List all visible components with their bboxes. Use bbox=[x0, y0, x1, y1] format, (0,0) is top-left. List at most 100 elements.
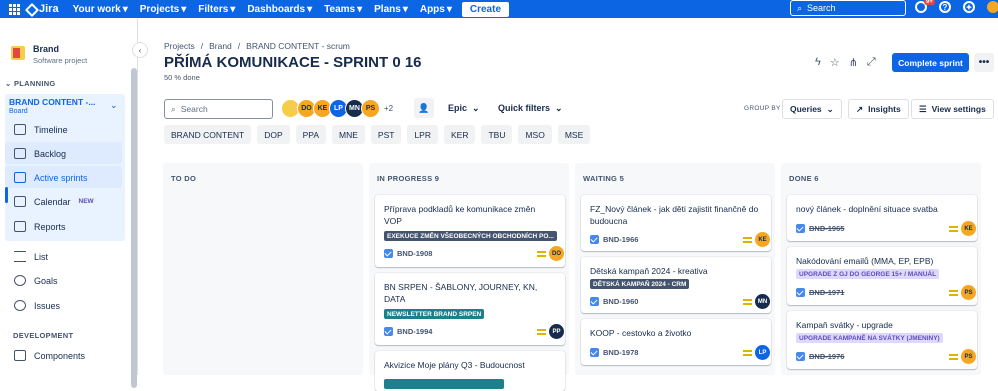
assignee-avatar[interactable]: PS bbox=[961, 349, 976, 364]
project-sidebar: Brand Software project ⌄ PLANNING BRAND … bbox=[0, 18, 138, 388]
nav-dashboards[interactable]: Dashboards ▾ bbox=[247, 4, 312, 15]
issue-card[interactable]: Příprava podkladů ke komunikace změn VOP… bbox=[375, 195, 565, 267]
issue-key: BND-1994 bbox=[384, 327, 432, 336]
collapse-sidebar-button[interactable]: ‹ bbox=[132, 42, 148, 58]
breadcrumb-projects[interactable]: Projects bbox=[164, 41, 195, 51]
epic-label: EXEKUCE ZMĚN VŠEOBECNÝCH OBCHODNÍCH PO..… bbox=[384, 231, 557, 241]
filter-chip[interactable]: BRAND CONTENT bbox=[164, 125, 252, 144]
task-checkbox-icon bbox=[796, 352, 805, 361]
project-header[interactable]: Brand Software project bbox=[11, 44, 87, 65]
issue-card[interactable]: KOOP - cestovko a životko BND-1978 LP bbox=[581, 319, 771, 365]
assignee-avatar[interactable]: PS bbox=[961, 285, 976, 300]
sidebar-item-calendar[interactable]: Calendar NEW bbox=[14, 196, 94, 207]
nav-filters[interactable]: Filters ▾ bbox=[198, 4, 235, 15]
issue-key: BND-1908 bbox=[384, 249, 432, 258]
chevron-down-icon: ▾ bbox=[446, 3, 452, 15]
nav-plans[interactable]: Plans ▾ bbox=[374, 4, 408, 15]
breadcrumb-brand[interactable]: Brand bbox=[209, 41, 232, 51]
assignee-avatar[interactable]: DO bbox=[549, 246, 564, 261]
board-search-input[interactable]: ⌕ Search bbox=[164, 99, 273, 119]
issue-card[interactable]: Nakódování emailů (MMA, EP, EPB) UPGRADE… bbox=[787, 247, 977, 305]
sidebar-item-reports[interactable]: Reports bbox=[14, 221, 66, 232]
expand-icon[interactable]: ⤢ bbox=[867, 56, 876, 69]
sidebar-item-backlog[interactable]: Backlog bbox=[14, 148, 66, 159]
view-settings-button[interactable]: ☰ View settings bbox=[911, 99, 994, 119]
priority-medium-icon bbox=[949, 354, 958, 360]
chevron-down-icon: ⌄ bbox=[555, 103, 563, 113]
more-actions-button[interactable]: ••• bbox=[974, 53, 994, 72]
issue-card[interactable]: Kampaň svátky - upgrade UPGRADE KAMPANĚ … bbox=[787, 311, 977, 369]
planning-section-title[interactable]: ⌄ PLANNING bbox=[5, 79, 56, 88]
help-icon[interactable]: ? bbox=[939, 1, 951, 13]
filter-chip[interactable]: MSO bbox=[518, 125, 552, 144]
assignee-avatar[interactable]: KE bbox=[755, 232, 770, 247]
issue-card[interactable]: FZ_Nový článek - jak děti zajistit finan… bbox=[581, 195, 771, 251]
board-selector-type: Board bbox=[9, 108, 28, 115]
issues-icon bbox=[14, 300, 26, 311]
issue-card[interactable]: BN SRPEN - ŠABLONY, JOURNEY, KN, DATA NE… bbox=[375, 273, 565, 345]
task-checkbox-icon bbox=[590, 235, 599, 244]
list-icon bbox=[14, 251, 26, 262]
profile-avatar[interactable] bbox=[987, 1, 998, 13]
more-avatars-count[interactable]: +2 bbox=[384, 104, 393, 113]
sidebar-item-components[interactable]: Components bbox=[14, 350, 85, 361]
task-checkbox-icon bbox=[590, 297, 599, 306]
issue-card[interactable]: Akvizice Moje plány Q3 - Budoucnost bbox=[375, 351, 565, 391]
breadcrumb-board[interactable]: BRAND CONTENT - scrum bbox=[246, 41, 350, 51]
filter-chip[interactable]: TBU bbox=[481, 125, 513, 144]
task-checkbox-icon bbox=[796, 288, 805, 297]
sidebar-item-active-sprints[interactable]: Active sprints bbox=[14, 172, 88, 183]
star-icon[interactable]: ☆ bbox=[830, 56, 840, 69]
issue-title: Příprava podkladů ke komunikace změn VOP bbox=[384, 204, 536, 226]
active-indicator bbox=[5, 187, 8, 203]
settings-gear-icon[interactable]: ✦ bbox=[963, 1, 975, 13]
add-people-button[interactable]: 👤 bbox=[414, 98, 434, 118]
filter-chip[interactable]: DOP bbox=[257, 125, 290, 144]
sidebar-scrollbar[interactable] bbox=[131, 68, 137, 388]
nav-apps[interactable]: Apps ▾ bbox=[420, 4, 452, 15]
assignee-avatar[interactable]: PP bbox=[549, 324, 564, 339]
insights-button[interactable]: ↗ Insights bbox=[848, 99, 909, 119]
group-by-queries-dropdown[interactable]: Queries ⌄ bbox=[782, 99, 842, 119]
filter-chip[interactable]: LPR bbox=[407, 125, 438, 144]
calendar-icon bbox=[14, 196, 26, 207]
top-right-icons: ? ✦ bbox=[915, 0, 998, 13]
sidebar-item-issues[interactable]: Issues bbox=[14, 300, 60, 311]
sidebar-item-goals[interactable]: Goals bbox=[14, 275, 58, 286]
filter-chip[interactable]: PPA bbox=[295, 125, 327, 144]
issue-title: Nakódování emailů (MMA, EP, EPB) bbox=[796, 256, 934, 266]
epic-filter-dropdown[interactable]: Epic ⌄ bbox=[448, 103, 480, 114]
avatar[interactable]: PS bbox=[361, 99, 380, 118]
board-selector[interactable]: BRAND CONTENT -... bbox=[9, 97, 95, 107]
create-button[interactable]: Create bbox=[461, 1, 510, 17]
assignee-avatar[interactable]: KE bbox=[961, 221, 976, 236]
chevron-down-icon: ⌄ bbox=[5, 79, 12, 88]
assignee-avatar[interactable]: LP bbox=[755, 345, 770, 360]
epic-label: DĚTSKÁ KAMPAŇ 2024 - CRM bbox=[590, 279, 690, 289]
app-switcher-icon[interactable] bbox=[9, 4, 20, 15]
automation-lightning-icon[interactable]: ϟ bbox=[815, 56, 821, 69]
jira-logo[interactable]: Jira bbox=[26, 3, 59, 15]
filter-chip[interactable]: MNE bbox=[332, 125, 365, 144]
nav-teams[interactable]: Teams ▾ bbox=[324, 4, 362, 15]
issue-card[interactable]: Dětská kampaň 2024 - kreativa DĚTSKÁ KAM… bbox=[581, 257, 771, 313]
nav-projects[interactable]: Projects ▾ bbox=[140, 4, 187, 15]
filter-chip[interactable]: MSE bbox=[557, 125, 591, 144]
jira-logo-icon bbox=[26, 4, 36, 14]
project-avatar-icon bbox=[11, 46, 25, 60]
global-search-input[interactable]: ⌕ Search bbox=[790, 0, 906, 16]
quick-filters-dropdown[interactable]: Quick filters ⌄ bbox=[498, 103, 563, 114]
assignee-avatar[interactable]: MN bbox=[755, 294, 770, 309]
epic-label bbox=[384, 379, 504, 389]
nav-your-work[interactable]: Your work ▾ bbox=[73, 4, 128, 15]
filter-chip[interactable]: KER bbox=[443, 125, 476, 144]
share-icon[interactable]: ⋔ bbox=[849, 56, 858, 69]
complete-sprint-button[interactable]: Complete sprint bbox=[892, 53, 969, 72]
filter-chip[interactable]: PST bbox=[370, 125, 402, 144]
notifications-bell-icon[interactable] bbox=[915, 0, 935, 13]
sidebar-item-timeline[interactable]: Timeline bbox=[14, 124, 68, 135]
chevron-down-icon[interactable]: ⌄ bbox=[110, 100, 118, 111]
chevron-left-icon: ‹ bbox=[138, 45, 142, 55]
sidebar-item-list[interactable]: List bbox=[14, 251, 48, 262]
issue-card[interactable]: nový článek - doplnění situace svatba BN… bbox=[787, 195, 977, 241]
